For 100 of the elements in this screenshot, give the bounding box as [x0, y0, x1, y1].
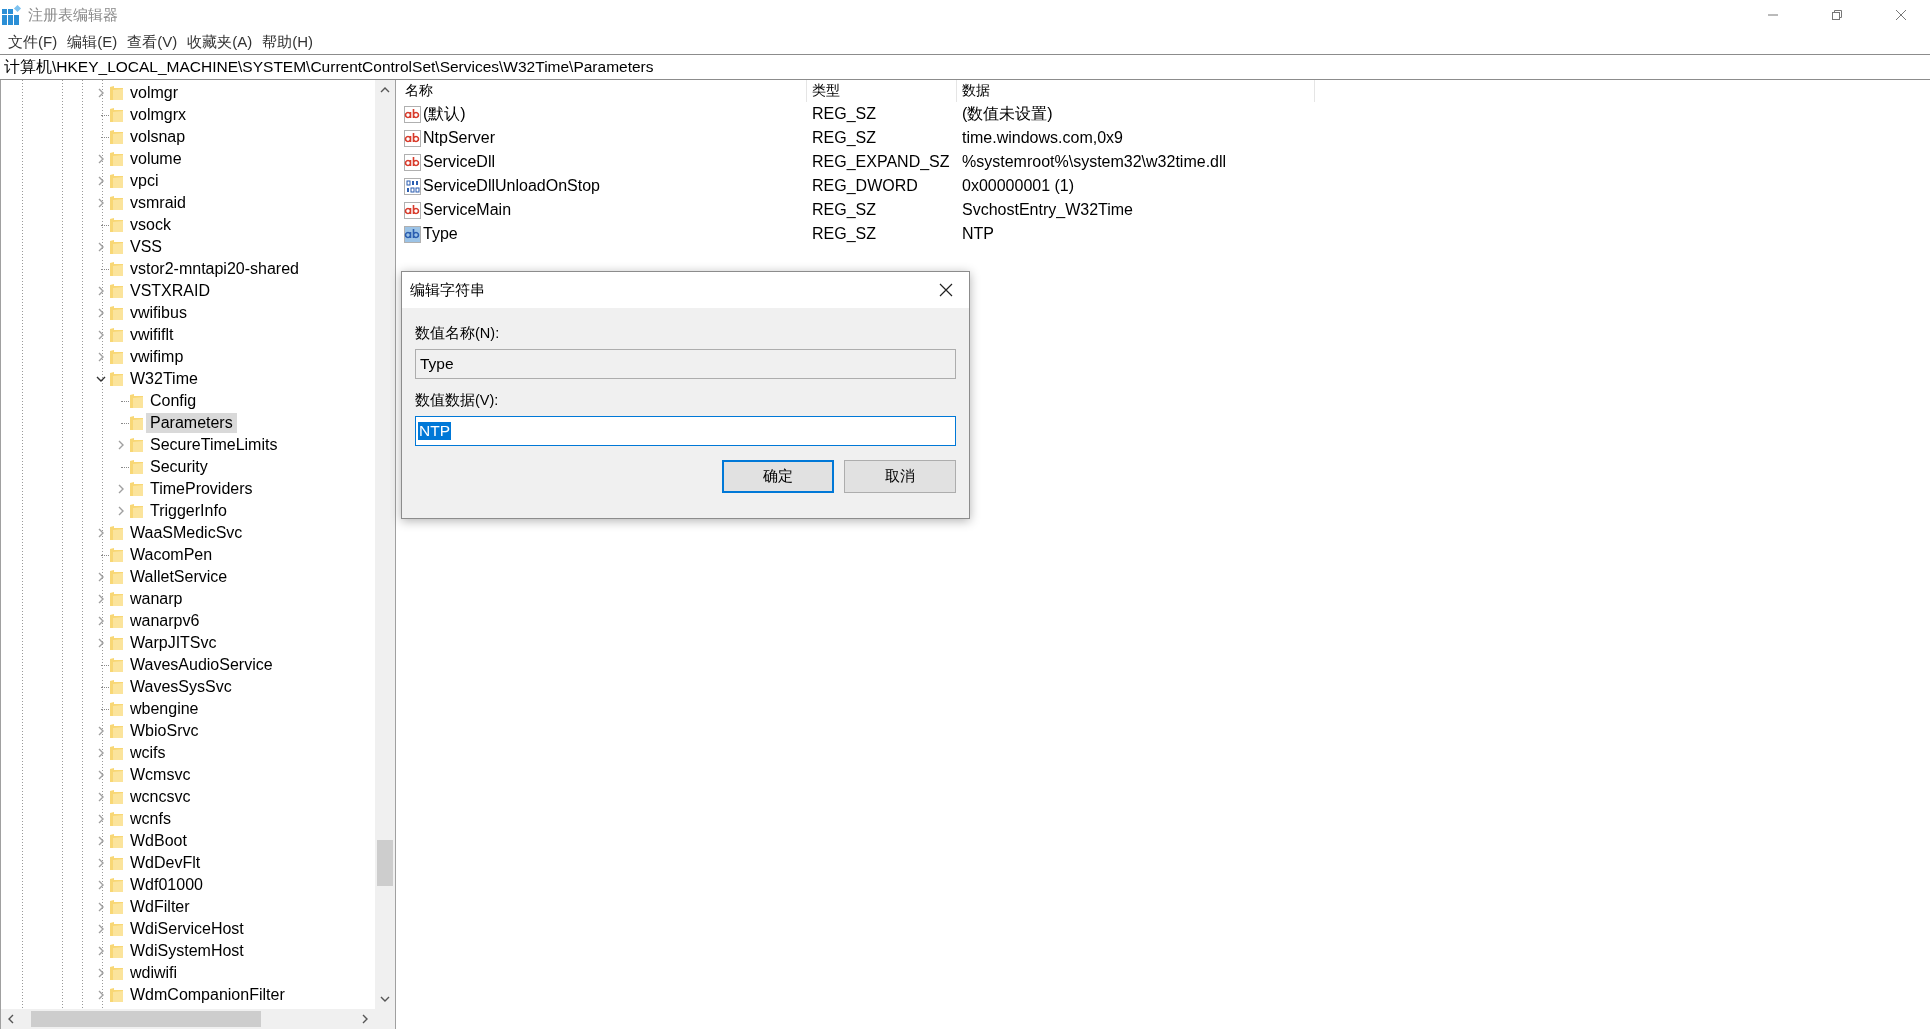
tree-item[interactable]: WdFilter [126, 897, 194, 917]
chevron-right-icon[interactable] [96, 88, 106, 98]
tree-item[interactable]: vwifimp [126, 347, 188, 367]
value-name[interactable]: Type [422, 225, 458, 243]
tree-item[interactable]: Security [146, 457, 212, 477]
string-value-icon [404, 129, 421, 147]
tree-item[interactable]: VSTXRAID [126, 281, 214, 301]
tree-item[interactable]: volmgrx [126, 105, 190, 125]
column-header[interactable]: 名称 [400, 80, 807, 102]
address-bar[interactable]: 计算机\HKEY_LOCAL_MACHINE\SYSTEM\CurrentControlSet\Services\W32Time\Parameters [0, 54, 1930, 80]
chevron-right-icon[interactable] [96, 770, 106, 780]
tree-item[interactable]: Parameters [146, 413, 237, 433]
scroll-thumb[interactable] [377, 840, 393, 886]
chevron-right-icon[interactable] [96, 154, 106, 164]
dialog-button[interactable]: 确定 [722, 460, 834, 493]
tree-item[interactable]: WalletService [126, 567, 232, 587]
chevron-right-icon[interactable] [96, 352, 106, 362]
chevron-right-icon[interactable] [96, 902, 106, 912]
tree-item[interactable]: wanarpv6 [126, 611, 204, 631]
chevron-right-icon[interactable] [96, 616, 106, 626]
chevron-right-icon[interactable] [96, 792, 106, 802]
chevron-right-icon[interactable] [96, 968, 106, 978]
tree-item[interactable]: WdiSystemHost [126, 941, 248, 961]
chevron-right-icon[interactable] [96, 198, 106, 208]
tree-item[interactable]: W32Time [126, 369, 202, 389]
column-header[interactable]: 类型 [807, 80, 957, 102]
folder-icon [109, 943, 124, 959]
tree-item[interactable]: WaaSMedicSvc [126, 523, 247, 543]
chevron-right-icon[interactable] [96, 528, 106, 538]
dialog-button[interactable]: 取消 [844, 460, 956, 493]
value-name[interactable]: NtpServer [422, 129, 496, 147]
tree-item[interactable]: volume [126, 149, 186, 169]
chevron-right-icon[interactable] [96, 330, 106, 340]
chevron-right-icon[interactable] [96, 594, 106, 604]
tree-item[interactable]: Wdf01000 [126, 875, 207, 895]
menu-item[interactable]: 查看(V) [123, 31, 184, 53]
restore-icon [1831, 9, 1843, 21]
tree-item[interactable]: volsnap [126, 127, 190, 147]
chevron-right-icon[interactable] [96, 924, 106, 934]
horizontal-scrollbar[interactable] [1, 1009, 375, 1029]
chevron-right-icon[interactable] [96, 726, 106, 736]
tree-item[interactable]: vwifibus [126, 303, 191, 323]
chevron-right-icon[interactable] [96, 836, 106, 846]
tree-item[interactable]: WarpJITSvc [126, 633, 221, 653]
tree-item[interactable]: wdiwifi [126, 963, 182, 983]
tree-item[interactable]: WdDevFlt [126, 853, 205, 873]
value-name[interactable]: ServiceMain [422, 201, 512, 219]
value-data-field[interactable]: NTP [415, 416, 956, 446]
chevron-right-icon[interactable] [96, 990, 106, 1000]
tree-item[interactable]: wbengine [126, 699, 203, 719]
tree-item[interactable]: WavesSysSvc [126, 677, 236, 697]
vertical-scrollbar[interactable] [375, 80, 395, 1009]
tree-item[interactable]: vwififlt [126, 325, 178, 345]
chevron-right-icon[interactable] [96, 176, 106, 186]
tree-item[interactable]: TimeProviders [146, 479, 257, 499]
tree-item[interactable]: WdmCompanionFilter [126, 985, 289, 1005]
folder-icon [109, 635, 124, 651]
tree-item[interactable]: wcifs [126, 743, 170, 763]
tree-item[interactable]: vsmraid [126, 193, 190, 213]
chevron-right-icon[interactable] [116, 440, 126, 450]
chevron-right-icon[interactable] [96, 814, 106, 824]
chevron-right-icon[interactable] [96, 748, 106, 758]
tree-item[interactable]: vpci [126, 171, 163, 191]
chevron-right-icon[interactable] [96, 880, 106, 890]
chevron-right-icon[interactable] [96, 638, 106, 648]
tree-item[interactable]: Wcmsvc [126, 765, 195, 785]
column-header[interactable]: 数据 [957, 80, 1315, 102]
chevron-right-icon[interactable] [96, 286, 106, 296]
chevron-right-icon[interactable] [116, 506, 126, 516]
value-name[interactable]: ServiceDll [422, 153, 495, 171]
chevron-down-icon[interactable] [96, 374, 106, 384]
chevron-right-icon[interactable] [116, 484, 126, 494]
tree-item[interactable]: WdBoot [126, 831, 191, 851]
chevron-right-icon[interactable] [96, 946, 106, 956]
menu-item[interactable]: 收藏夹(A) [183, 31, 259, 53]
tree-item[interactable]: WdiServiceHost [126, 919, 248, 939]
chevron-right-icon[interactable] [96, 308, 106, 318]
value-name-field[interactable]: Type [415, 349, 956, 379]
tree-item[interactable]: SecureTimeLimits [146, 435, 282, 455]
menu-item[interactable]: 文件(F) [4, 31, 64, 53]
chevron-right-icon[interactable] [96, 858, 106, 868]
value-name[interactable]: (默认) [422, 103, 466, 125]
tree-item[interactable]: volmgr [126, 83, 182, 103]
tree-item[interactable]: Config [146, 391, 201, 411]
value-name[interactable]: ServiceDllUnloadOnStop [422, 177, 600, 195]
menu-item[interactable]: 帮助(H) [258, 31, 319, 53]
tree-item[interactable]: WacomPen [126, 545, 217, 565]
tree-item[interactable]: WbioSrvc [126, 721, 203, 741]
chevron-right-icon[interactable] [96, 572, 106, 582]
chevron-right-icon[interactable] [96, 242, 106, 252]
tree-item[interactable]: vsock [126, 215, 175, 235]
scroll-thumb[interactable] [31, 1011, 261, 1027]
tree-item[interactable]: vstor2-mntapi20-shared [126, 259, 303, 279]
tree-item[interactable]: VSS [126, 237, 166, 257]
tree-item[interactable]: wcnfs [126, 809, 175, 829]
tree-item[interactable]: wanarp [126, 589, 187, 609]
tree-item[interactable]: wcncsvc [126, 787, 195, 807]
menu-item[interactable]: 编辑(E) [63, 31, 124, 53]
tree-item[interactable]: WavesAudioService [126, 655, 277, 675]
tree-item[interactable]: TriggerInfo [146, 501, 231, 521]
